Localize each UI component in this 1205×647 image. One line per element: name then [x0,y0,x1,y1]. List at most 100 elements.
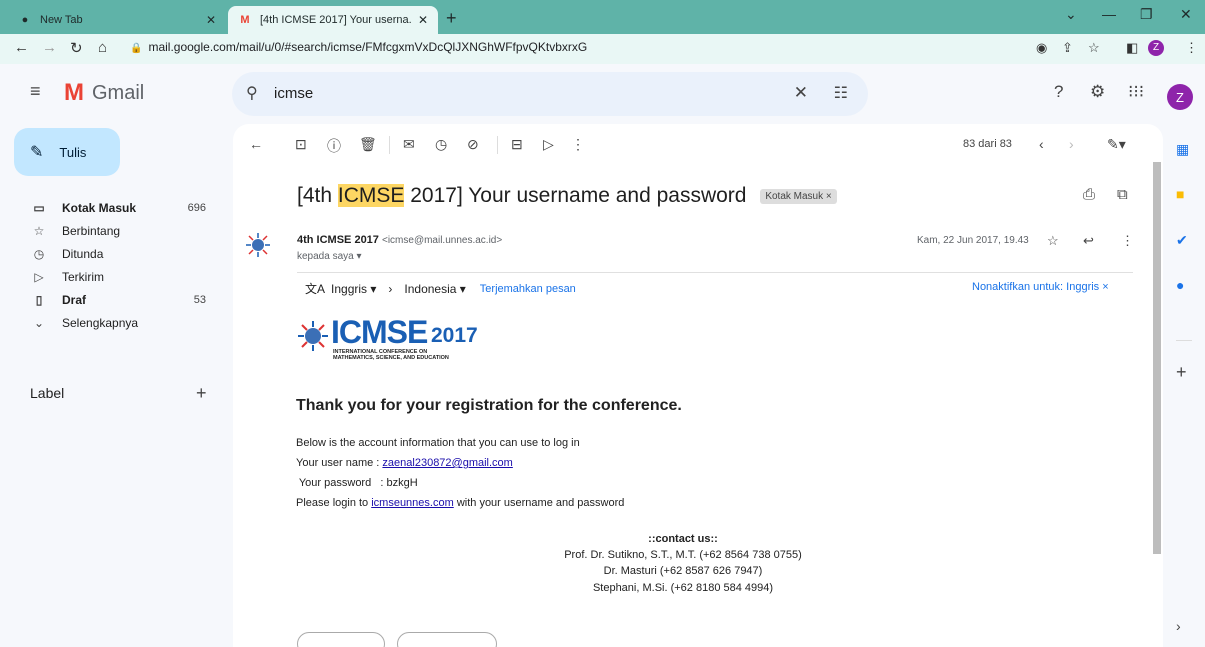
new-tab-button[interactable]: + [446,8,457,29]
forward-button[interactable] [397,632,497,647]
gmail-logo[interactable]: M Gmail [64,79,144,107]
labels-heading: Label [30,385,65,401]
calendar-icon[interactable]: ▦ [1176,141,1189,158]
window-close-icon[interactable]: ✕ [1180,6,1192,23]
gear-icon[interactable]: ⚙ [1090,82,1105,102]
add-task-icon[interactable]: ⊘ [467,136,479,153]
add-label-icon[interactable]: + [196,383,207,404]
apps-grid-icon[interactable]: ⁝⁝⁝ [1128,82,1144,102]
delete-icon[interactable]: 🗑 [359,136,377,153]
subject-prefix: [4th [297,184,338,207]
get-addons-icon[interactable]: + [1176,362,1187,383]
input-tools-icon[interactable]: ✎▾ [1107,136,1126,153]
bookmark-star-icon[interactable]: ☆ [1088,40,1100,56]
email-heading: Thank you for your registration for the … [296,397,682,414]
site-link[interactable]: icmseunnes.com [371,497,454,509]
pencil-icon: ✎ [30,144,44,161]
search-bar[interactable]: ⚲ icmse ✕ ☷ [232,72,868,116]
account-avatar[interactable]: Z [1167,84,1193,110]
sidebar-item-starred[interactable]: ☆ Berbintang [0,219,220,242]
back-to-list-icon[interactable]: ← [249,136,263,152]
close-icon[interactable]: ✕ [206,13,216,27]
close-icon[interactable]: ✕ [418,13,428,27]
recipient-dropdown[interactable]: kepada saya ▾ [297,251,362,262]
star-icon: ☆ [33,223,45,238]
translate-message-link[interactable]: Terjemahkan pesan [480,283,576,295]
home-icon[interactable]: ⌂ [98,39,107,56]
reply-button[interactable] [297,632,385,647]
arrow-right-icon: › [388,281,393,296]
username-link[interactable]: zaenal230872@gmail.com [382,457,512,469]
archive-icon[interactable]: ⊡ [295,136,307,153]
sender-email: <icmse@mail.unnes.ac.id> [381,235,503,246]
gmail-wordmark: Gmail [92,81,145,104]
extension-icon[interactable]: ◉ [1036,40,1047,56]
browser-tab-bar: ● New Tab ✕ M [4th ICMSE 2017] Your user… [0,0,1205,34]
sidebar-item-label: Draf [62,292,87,307]
clock-icon: ◷ [33,246,45,261]
translate-from-select[interactable]: Inggris ▾ [331,282,376,296]
logo-tagline-2: MATHEMATICS, SCIENCE, AND EDUCATION [333,355,449,361]
chrome-icon: ● [21,14,29,26]
message-subject: [4th ICMSE 2017] Your username and passw… [297,184,837,208]
clear-search-icon[interactable]: ✕ [794,83,808,103]
contacts-icon[interactable]: ● [1176,277,1184,293]
translate-to-select[interactable]: Indonesia ▾ [404,282,465,296]
scrollbar-thumb[interactable] [1153,162,1161,554]
label-icon[interactable]: ▷ [543,136,554,153]
older-chevron-icon[interactable]: › [1069,136,1074,152]
sidepanel-icon[interactable]: ◧ [1126,40,1138,56]
disable-translation-link[interactable]: Nonaktifkan untuk: Inggris × [972,281,1109,293]
tab-gmail-message[interactable]: M [4th ICMSE 2017] Your userna... ✕ [228,6,438,34]
expand-panel-icon[interactable]: › [1176,618,1181,634]
reply-icon[interactable]: ↩ [1083,233,1094,249]
menu-dots-icon[interactable]: ⋮ [1185,40,1198,56]
compose-button[interactable]: ✎ Tulis [14,128,120,176]
email-line-username: Your user name : zaenal230872@gmail.com [296,457,513,469]
share-icon[interactable]: ⇪ [1062,40,1073,56]
snooze-icon[interactable]: ◷ [435,136,447,153]
sidebar-item-label: Terkirim [62,269,104,284]
pagination-text: 83 dari 83 [963,138,1012,150]
sidebar-item-more[interactable]: ⌄ Selengkapnya [0,311,220,334]
report-spam-icon[interactable]: ⓘ [327,136,341,156]
message-more-icon[interactable]: ⋮ [1121,233,1134,249]
url-field[interactable]: 🔒 mail.google.com/mail/u/0/#search/icmse/… [130,40,587,54]
profile-avatar[interactable]: Z [1148,40,1164,56]
search-options-icon[interactable]: ☷ [834,83,848,103]
contact-title: ::contact us:: [648,533,718,545]
help-icon[interactable]: ? [1054,82,1063,102]
sidebar-item-sent[interactable]: ▷ Terkirim [0,265,220,288]
sidebar-item-inbox[interactable]: ▭ Kotak Masuk 696 [0,196,220,219]
move-to-icon[interactable]: ⊟ [511,136,523,153]
search-input[interactable]: icmse [274,85,313,102]
reload-icon[interactable]: ↻ [70,39,83,57]
tab-new-tab[interactable]: ● New Tab ✕ [8,6,226,34]
logo-year: 2017 [431,324,478,347]
sidebar-item-drafts[interactable]: ▯ Draf 53 [0,288,220,311]
conference-logo: ICMSE 2017 INTERNATIONAL CONFERENCE ON M… [297,314,478,362]
hamburger-menu-icon[interactable]: ≡ [30,81,41,102]
forward-arrow-icon[interactable]: → [42,39,57,56]
mark-unread-icon[interactable]: ✉ [403,136,415,153]
search-icon[interactable]: ⚲ [246,83,258,103]
sidebar-item-snoozed[interactable]: ◷ Ditunda [0,242,220,265]
sender-name[interactable]: 4th ICMSE 2017 [297,234,379,246]
email-line-login: Please login to icmseunnes.com with your… [296,497,624,509]
tasks-icon[interactable]: ✔ [1176,232,1188,249]
keep-icon[interactable]: ■ [1176,186,1184,202]
more-options-icon[interactable]: ⋮ [571,136,585,153]
tab-search-icon[interactable]: ⌄ [1065,6,1077,23]
minimize-icon[interactable]: — [1102,6,1116,22]
toolbar-divider [389,136,390,154]
contact-line: Stephani, M.Si. (+62 8180 584 4994) [592,582,774,594]
restore-icon[interactable]: ❐ [1140,6,1153,23]
print-icon[interactable]: ⎙ [1083,186,1095,203]
sender-avatar[interactable] [245,232,271,258]
star-icon[interactable]: ☆ [1047,233,1059,249]
inbox-label-chip[interactable]: Kotak Masuk × [760,188,837,204]
open-new-window-icon[interactable]: ⧉ [1117,186,1128,203]
back-arrow-icon[interactable]: ← [14,39,29,56]
newer-chevron-icon[interactable]: ‹ [1039,136,1044,152]
gmail-icon: M [240,14,250,26]
